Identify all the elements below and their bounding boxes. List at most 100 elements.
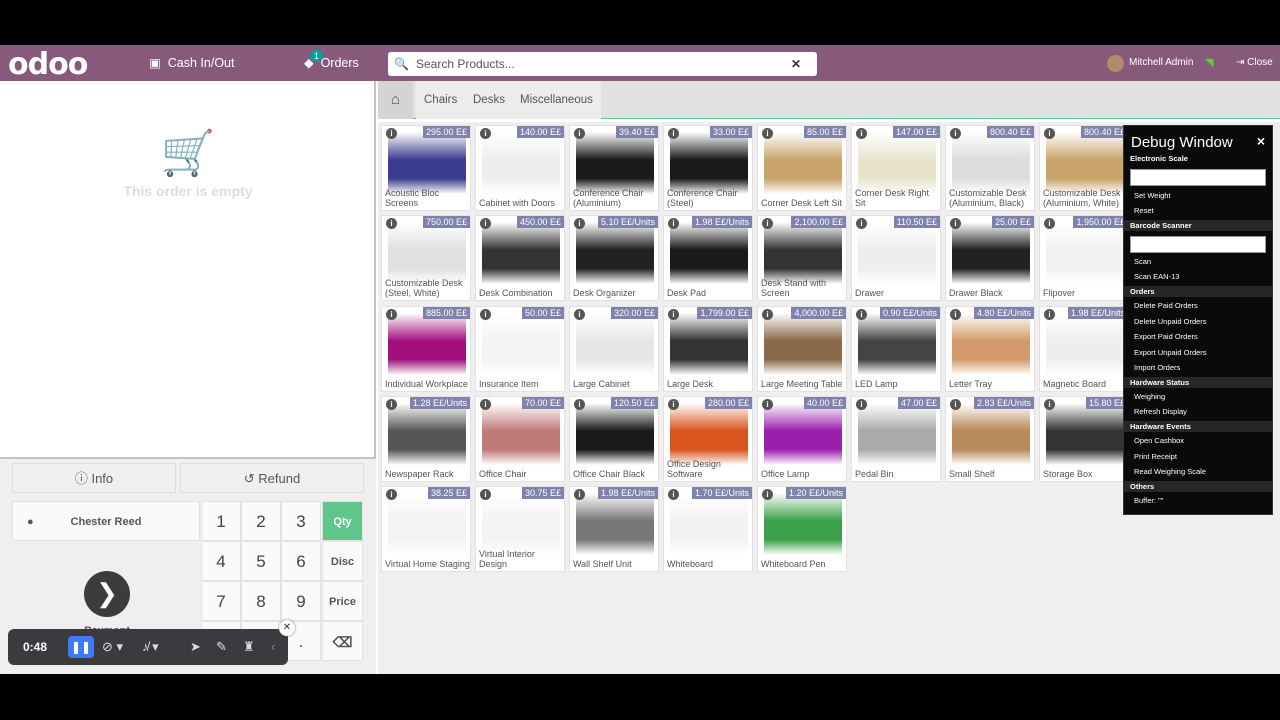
info-icon[interactable]: i [1044,399,1055,410]
info-icon[interactable]: i [668,218,679,229]
product-card[interactable]: i 1.20 E£/Units Whiteboard Pen [757,486,847,572]
disc-mode-button[interactable]: Disc [322,541,363,581]
info-icon[interactable]: i [950,218,961,229]
info-icon[interactable]: i [574,128,585,139]
info-icon[interactable]: i [668,489,679,500]
numpad-key[interactable]: 9 [281,581,321,621]
weighing-status[interactable]: Weighing [1134,392,1165,401]
orders-button[interactable]: ◆ 1 Orders [304,45,359,81]
customer-button[interactable]: ● Chester Reed [12,501,200,541]
scan-ean-button[interactable]: Scan EAN-13 [1134,272,1179,281]
product-card[interactable]: i 1.28 E£/Units Newspaper Rack [381,396,471,482]
info-icon[interactable]: i [950,309,961,320]
info-icon[interactable]: i [574,399,585,410]
product-card[interactable]: i 50.00 E£ Insurance Item [475,306,565,392]
product-card[interactable]: i 1,799.00 E£ Large Desk [663,306,753,392]
category-miscellaneous[interactable]: Miscellaneous [512,81,601,119]
info-icon[interactable]: i [856,218,867,229]
camera-off-icon[interactable]: ⊘ ▾ [102,629,123,665]
product-card[interactable]: i 1.98 E£/Units Magnetic Board [1039,306,1129,392]
product-card[interactable]: i 450.00 E£ Desk Combination [475,215,565,301]
refund-button[interactable]: ↺ Refund [180,463,364,493]
search-input[interactable]: 🔍 Search Products... ✕ [388,52,817,76]
numpad-key[interactable]: 6 [281,541,321,581]
delete-unpaid-orders-button[interactable]: Delete Unpaid Orders [1134,317,1207,326]
product-card[interactable]: i 38.25 E£ Virtual Home Staging [381,486,471,572]
info-icon[interactable]: i [950,399,961,410]
clear-search-icon[interactable]: ✕ [791,52,801,76]
info-icon[interactable]: i [762,128,773,139]
info-icon[interactable]: i [1044,128,1055,139]
set-weight-button[interactable]: Set Weight [1134,191,1171,200]
product-card[interactable]: i 110.50 E£ Drawer [851,215,941,301]
product-card[interactable]: i 1.70 E£/Units Whiteboard [663,486,753,572]
info-icon[interactable]: i [480,128,491,139]
category-desks[interactable]: Desks [465,81,513,119]
info-icon[interactable]: i [386,399,397,410]
price-mode-button[interactable]: Price [322,581,363,621]
numpad-key[interactable]: 7 [201,581,241,621]
backspace-button[interactable]: ⌫ [322,621,363,661]
barcode-input[interactable] [1130,236,1266,253]
product-card[interactable]: i 800.40 E£ Customizable Desk (Aluminium, … [945,125,1035,211]
product-card[interactable]: i 320.00 E£ Large Cabinet [569,306,659,392]
cursor-icon[interactable]: ➤ [190,629,201,665]
product-card[interactable]: i 4,000.00 E£ Large Meeting Table [757,306,847,392]
info-icon[interactable]: i [574,218,585,229]
info-icon[interactable]: i [668,399,679,410]
highlighter-icon[interactable]: ♜ [243,629,255,665]
product-card[interactable]: i 39.40 E£ Conference Chair (Aluminium) [569,125,659,211]
product-card[interactable]: i 295.00 E£ Acoustic Bloc Screens [381,125,471,211]
info-icon[interactable]: i [762,309,773,320]
close-recorder-icon[interactable]: ✕ [279,620,295,636]
product-card[interactable]: i 70.00 E£ Office Chair [475,396,565,482]
pencil-icon[interactable]: ✎ [216,629,227,665]
numpad-key[interactable]: 8 [241,581,281,621]
product-card[interactable]: i 33.00 E£ Conference Chair (Steel) [663,125,753,211]
numpad-key[interactable]: 5 [241,541,281,581]
product-card[interactable]: i 5.10 E£/Units Desk Organizer [569,215,659,301]
cash-in-out-button[interactable]: ▣ Cash In/Out [149,45,234,81]
close-button[interactable]: ⇥ Close [1236,45,1273,81]
collapse-icon[interactable]: ‹ [271,629,275,665]
info-icon[interactable]: i [480,309,491,320]
export-paid-orders-button[interactable]: Export Paid Orders [1134,332,1198,341]
product-card[interactable]: i 800.40 E£ Customizable Desk (Aluminium, … [1039,125,1129,211]
info-icon[interactable]: i [762,489,773,500]
info-icon[interactable]: i [480,489,491,500]
qty-mode-button[interactable]: Qty [322,501,363,541]
product-card[interactable]: i 1,950.00 E£ Flipover [1039,215,1129,301]
product-card[interactable]: i 30.75 E£ Virtual Interior Design [475,486,565,572]
info-icon[interactable]: i [856,399,867,410]
info-icon[interactable]: i [950,128,961,139]
user-menu[interactable]: Mitchell Admin [1107,45,1193,81]
info-icon[interactable]: i [480,399,491,410]
info-icon[interactable]: i [668,309,679,320]
product-card[interactable]: i 47.00 E£ Pedal Bin [851,396,941,482]
category-chairs[interactable]: Chairs [416,81,466,119]
numpad-key[interactable]: 1 [201,501,241,541]
numpad-key[interactable]: 4 [201,541,241,581]
info-icon[interactable]: i [856,128,867,139]
pause-button[interactable]: ❚❚ [68,636,94,658]
payment-button[interactable]: ❯ [84,571,130,617]
info-icon[interactable]: i [386,489,397,500]
product-card[interactable]: i 147.00 E£ Corner Desk Right Sit [851,125,941,211]
read-weighing-scale-button[interactable]: Read Weighing Scale [1134,467,1206,476]
print-receipt-button[interactable]: Print Receipt [1134,452,1177,461]
product-card[interactable]: i 1.98 E£/Units Desk Pad [663,215,753,301]
reset-button[interactable]: Reset [1134,206,1154,215]
refresh-display-button[interactable]: Refresh Display [1134,407,1187,416]
product-card[interactable]: i 140.00 E£ Cabinet with Doors [475,125,565,211]
info-icon[interactable]: i [386,309,397,320]
product-card[interactable]: i 40.00 E£ Office Lamp [757,396,847,482]
info-icon[interactable]: i [1044,218,1055,229]
home-icon[interactable]: ⌂ [378,81,413,119]
numpad-key[interactable]: 2 [241,501,281,541]
delete-paid-orders-button[interactable]: Delete Paid Orders [1134,301,1198,310]
product-card[interactable]: i 4.80 E£/Units Letter Tray [945,306,1035,392]
product-card[interactable]: i 15.80 E£ Storage Box [1039,396,1129,482]
open-cashbox-button[interactable]: Open Cashbox [1134,436,1184,445]
product-card[interactable]: i 2,100.00 E£ Desk Stand with Screen [757,215,847,301]
product-card[interactable]: i 750.00 E£ Customizable Desk (Steel, Whit… [381,215,471,301]
